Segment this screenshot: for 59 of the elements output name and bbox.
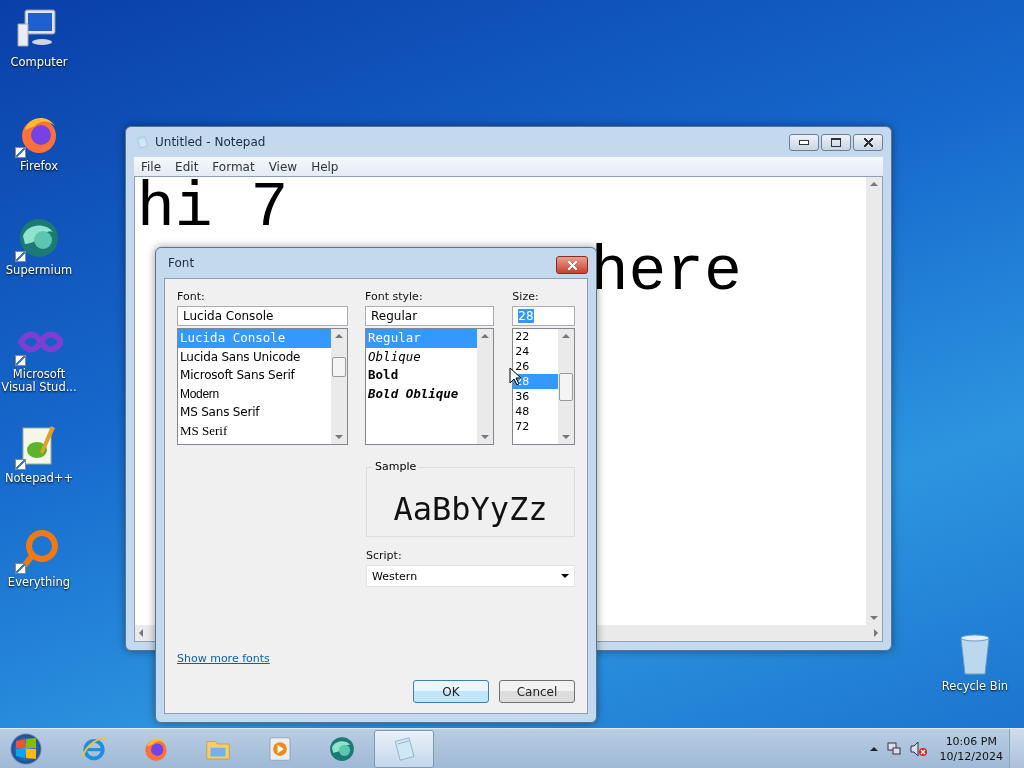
dialog-button[interactable]: Cancel [499, 680, 575, 703]
desktop-icon-label[interactable]: Recycle Bin [937, 680, 1013, 693]
font-name-field[interactable]: Lucida Console [177, 306, 349, 326]
menu-item[interactable]: Edit [168, 159, 206, 174]
field-label: Size: [512, 290, 540, 304]
caret-icon [561, 574, 569, 578]
list-item[interactable]: 22 [513, 329, 558, 344]
clock-date: 10/12/2024 [939, 748, 1003, 764]
font-style-field[interactable]: Regular [365, 306, 495, 326]
menu-item[interactable]: File [134, 159, 169, 174]
group-label: Sample [373, 460, 419, 473]
network-icon[interactable] [885, 740, 902, 757]
list-item[interactable]: MS Sans Serif [178, 403, 332, 422]
menu-item[interactable]: View [261, 159, 305, 174]
desktop-icon-label[interactable]: Firefox [1, 160, 77, 173]
list-scrollbar[interactable] [331, 329, 348, 444]
close-button[interactable] [556, 256, 588, 274]
clock-time: 10:06 PM [944, 733, 998, 749]
notepad-icon [134, 134, 150, 150]
close-button[interactable] [853, 134, 883, 151]
list-item[interactable]: Bold Oblique [366, 384, 478, 403]
list-item[interactable]: Oblique [366, 347, 478, 366]
desktop-icon-label[interactable]: Microsoft Visual Stud... [1, 368, 77, 394]
muted-speaker-icon[interactable] [909, 740, 928, 757]
field-label: Script: [366, 549, 403, 563]
list-item[interactable]: 24 [513, 344, 558, 359]
list-scrollbar[interactable] [558, 329, 574, 444]
list-item[interactable]: 48 [513, 404, 558, 419]
list-item[interactable]: MS Serif [178, 421, 332, 440]
menu-item[interactable]: Format [205, 159, 262, 174]
dialog-button[interactable]: OK [413, 680, 489, 703]
desktop-icon-label[interactable]: Computer [1, 56, 77, 69]
window-title: Untitled - Notepad [155, 135, 267, 149]
list-item[interactable]: Modern [178, 384, 332, 403]
list-item[interactable]: Microsoft Sans Serif [178, 366, 332, 385]
menu-item[interactable]: Help [304, 159, 346, 174]
desktop-icon-label[interactable]: Supermium [1, 264, 77, 277]
sample-text: AaBbYyZz [393, 490, 548, 528]
list-scrollbar[interactable] [477, 329, 494, 444]
vertical-scrollbar[interactable] [866, 177, 882, 625]
dialog-title: Font [168, 256, 196, 270]
desktop-icon-label[interactable]: Everything [1, 576, 77, 589]
field-label: Font: [177, 290, 206, 304]
maximize-button[interactable] [821, 134, 851, 151]
list-item[interactable]: Bold [366, 366, 478, 385]
font-style-list[interactable]: Regular Oblique Bold Bold Oblique [365, 328, 495, 445]
list-item[interactable]: 72 [513, 419, 558, 434]
list-item[interactable]: 36 [513, 389, 558, 404]
font-list[interactable]: Lucida Console Lucida Sans Unicode Microsoft Sans Serif Modern MS Sans Serif MS Serif [177, 328, 349, 445]
four-pane-flag-icon [13, 735, 39, 762]
desktop-icon-label[interactable]: Notepad++ [1, 472, 77, 485]
minimize-button[interactable] [789, 134, 819, 151]
list-item[interactable]: Lucida Sans Unicode [178, 347, 332, 366]
script-dropdown[interactable]: Western [366, 565, 575, 587]
taskbar-app-button[interactable] [374, 729, 434, 768]
field-label: Font style: [365, 290, 424, 304]
show-hidden-icons-button[interactable] [869, 746, 878, 751]
clock[interactable]: 10:06 PM 10/12/2024 [939, 733, 1003, 764]
show-more-fonts-link[interactable]: Show more fonts [177, 652, 270, 665]
